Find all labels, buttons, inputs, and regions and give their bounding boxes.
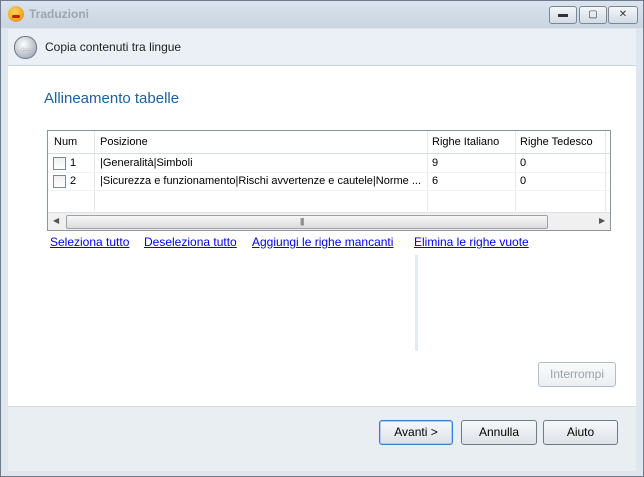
maximize-button[interactable]: ▢ <box>579 6 607 24</box>
scrollbar-thumb[interactable]: ||| <box>66 215 548 229</box>
wizard-header: ← Copia contenuti tra lingue <box>8 29 636 66</box>
scroll-left-icon[interactable]: ◀ <box>53 216 59 225</box>
vertical-divider <box>415 255 418 351</box>
row-righe-tedesco: 0 <box>520 157 527 169</box>
dialog-window: Traduzioni ▬ ▢ ✕ ← Copia contenuti tra l… <box>0 0 644 477</box>
column-divider <box>515 131 516 211</box>
row-checkbox[interactable] <box>53 157 66 170</box>
row-righe-italiano: 6 <box>432 175 439 187</box>
app-logo-icon <box>8 6 24 22</box>
alignment-table: Num Posizione Righe Italiano Righe Tedes… <box>47 130 611 231</box>
row-posizione: |Generalità|Simboli <box>100 157 193 169</box>
row-posizione: |Sicurezza e funzionamento|Rischi avvert… <box>100 175 422 187</box>
row-divider <box>48 190 610 191</box>
scroll-right-icon[interactable]: ▶ <box>599 216 605 225</box>
next-button[interactable]: Avanti > <box>379 420 453 445</box>
row-righe-italiano: 9 <box>432 157 439 169</box>
column-divider <box>94 131 95 211</box>
cancel-button[interactable]: Annulla <box>461 420 537 445</box>
column-header-righe-tedesco[interactable]: Righe Tedesco <box>520 133 602 151</box>
row-checkbox[interactable] <box>53 175 66 188</box>
wizard-footer: Avanti > Annulla Aiuto <box>8 406 636 471</box>
column-divider <box>427 131 428 211</box>
minimize-button[interactable]: ▬ <box>549 6 577 24</box>
wizard-title: Copia contenuti tra lingue <box>45 40 182 54</box>
title-bar[interactable]: Traduzioni ▬ ▢ ✕ <box>1 1 643 28</box>
deselect-all-link[interactable]: Deseleziona tutto <box>144 235 237 249</box>
close-button[interactable]: ✕ <box>608 6 638 24</box>
column-divider <box>605 131 606 211</box>
table-header: Num Posizione Righe Italiano Righe Tedes… <box>48 131 610 154</box>
interrupt-button[interactable]: Interrompi <box>538 362 616 387</box>
row-num: 2 <box>70 175 77 187</box>
back-arrow-icon[interactable]: ← <box>14 36 37 59</box>
add-missing-rows-link[interactable]: Aggiungi le righe mancanti <box>252 235 393 249</box>
scroll-grip-icon: ||| <box>300 217 304 226</box>
remove-empty-rows-link[interactable]: Elimina le righe vuote <box>414 235 529 249</box>
column-header-righe-italiano[interactable]: Righe Italiano <box>432 133 514 151</box>
window-title: Traduzioni <box>29 7 89 21</box>
help-button[interactable]: Aiuto <box>543 420 618 445</box>
wizard-content: Allineamento tabelle Num Posizione Righe… <box>8 66 636 406</box>
page-title: Allineamento tabelle <box>44 90 180 107</box>
row-righe-tedesco: 0 <box>520 175 527 187</box>
select-all-link[interactable]: Seleziona tutto <box>50 235 129 249</box>
row-num: 1 <box>70 157 77 169</box>
horizontal-scrollbar[interactable]: ◀ ||| ▶ <box>48 212 610 230</box>
column-header-posizione[interactable]: Posizione <box>100 133 420 151</box>
column-header-num[interactable]: Num <box>54 133 92 151</box>
